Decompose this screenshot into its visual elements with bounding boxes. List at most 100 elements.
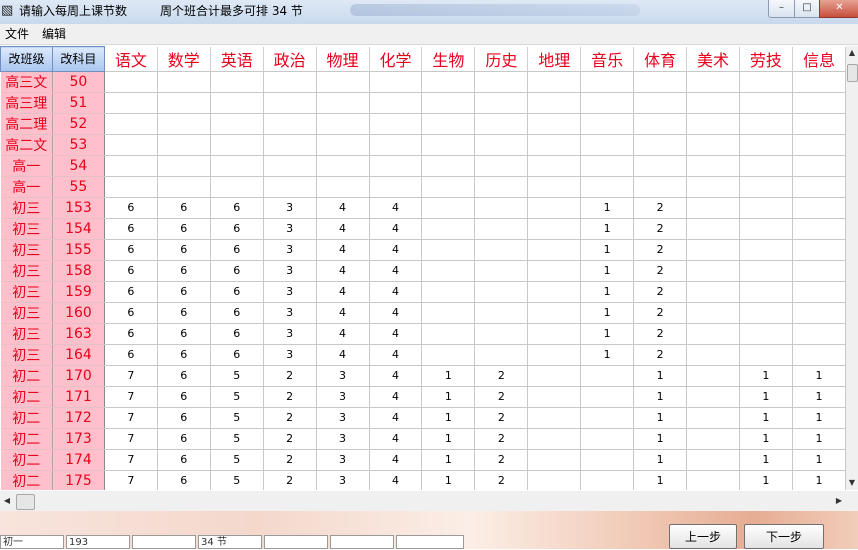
hours-cell[interactable]: 1 bbox=[739, 449, 793, 471]
hours-cell[interactable] bbox=[580, 155, 635, 177]
hours-cell[interactable]: 3 bbox=[263, 302, 317, 324]
hours-cell[interactable] bbox=[739, 218, 793, 240]
class-grade-cell[interactable]: 初二 bbox=[0, 386, 53, 408]
hours-cell[interactable] bbox=[686, 260, 740, 282]
hours-cell[interactable]: 4 bbox=[316, 197, 370, 219]
hours-cell[interactable] bbox=[474, 323, 529, 345]
hours-cell[interactable] bbox=[474, 176, 529, 198]
hours-cell[interactable]: 1 bbox=[633, 407, 688, 429]
hours-cell[interactable]: 7 bbox=[104, 470, 158, 490]
hours-cell[interactable] bbox=[421, 71, 476, 93]
subject-header[interactable]: 化学 bbox=[369, 46, 423, 72]
hours-cell[interactable] bbox=[474, 92, 529, 114]
hours-cell[interactable]: 1 bbox=[792, 470, 846, 490]
hours-cell[interactable]: 1 bbox=[421, 386, 476, 408]
hours-cell[interactable] bbox=[369, 71, 423, 93]
hours-cell[interactable]: 2 bbox=[633, 197, 688, 219]
hours-cell[interactable] bbox=[104, 134, 158, 156]
hours-cell[interactable] bbox=[686, 281, 740, 303]
hours-cell[interactable] bbox=[316, 134, 370, 156]
hours-cell[interactable]: 3 bbox=[263, 260, 317, 282]
hours-cell[interactable] bbox=[210, 176, 264, 198]
hours-cell[interactable]: 7 bbox=[104, 386, 158, 408]
hours-cell[interactable] bbox=[686, 386, 740, 408]
hours-cell[interactable] bbox=[580, 92, 635, 114]
hours-cell[interactable]: 3 bbox=[263, 323, 317, 345]
hours-cell[interactable]: 2 bbox=[263, 449, 317, 471]
hours-cell[interactable] bbox=[686, 428, 740, 450]
class-grade-cell[interactable]: 初三 bbox=[0, 344, 53, 366]
hours-cell[interactable]: 6 bbox=[157, 407, 211, 429]
hours-cell[interactable] bbox=[474, 344, 529, 366]
hours-cell[interactable] bbox=[633, 155, 688, 177]
hours-cell[interactable] bbox=[369, 134, 423, 156]
hours-cell[interactable] bbox=[580, 470, 635, 490]
class-number-cell[interactable]: 175 bbox=[52, 470, 105, 490]
hours-cell[interactable]: 3 bbox=[316, 470, 370, 490]
hours-cell[interactable] bbox=[316, 92, 370, 114]
hours-cell[interactable]: 6 bbox=[104, 344, 158, 366]
hours-cell[interactable] bbox=[580, 134, 635, 156]
hours-cell[interactable]: 1 bbox=[739, 365, 793, 387]
hours-cell[interactable] bbox=[686, 365, 740, 387]
hours-cell[interactable]: 1 bbox=[792, 428, 846, 450]
hours-cell[interactable] bbox=[739, 134, 793, 156]
subject-header[interactable]: 美术 bbox=[686, 46, 740, 72]
hours-cell[interactable] bbox=[263, 176, 317, 198]
hours-cell[interactable]: 6 bbox=[210, 302, 264, 324]
hours-cell[interactable] bbox=[421, 155, 476, 177]
hours-cell[interactable]: 3 bbox=[316, 449, 370, 471]
hours-cell[interactable]: 3 bbox=[316, 386, 370, 408]
hours-cell[interactable]: 6 bbox=[157, 218, 211, 240]
hours-cell[interactable] bbox=[263, 134, 317, 156]
hours-cell[interactable]: 1 bbox=[421, 365, 476, 387]
class-grade-cell[interactable]: 初三 bbox=[0, 281, 53, 303]
hours-cell[interactable]: 1 bbox=[421, 407, 476, 429]
hours-cell[interactable] bbox=[157, 92, 211, 114]
class-number-cell[interactable]: 153 bbox=[52, 197, 105, 219]
hours-cell[interactable]: 6 bbox=[104, 323, 158, 345]
hours-cell[interactable] bbox=[474, 113, 529, 135]
hours-cell[interactable] bbox=[686, 92, 740, 114]
hours-cell[interactable] bbox=[792, 323, 846, 345]
hours-cell[interactable] bbox=[421, 344, 476, 366]
hours-cell[interactable] bbox=[210, 155, 264, 177]
scroll-down-icon[interactable]: ▼ bbox=[846, 476, 858, 490]
hours-cell[interactable]: 5 bbox=[210, 386, 264, 408]
hours-cell[interactable]: 3 bbox=[263, 239, 317, 261]
hours-cell[interactable] bbox=[474, 197, 529, 219]
hours-cell[interactable]: 1 bbox=[421, 470, 476, 490]
hours-cell[interactable] bbox=[421, 197, 476, 219]
hours-cell[interactable] bbox=[686, 449, 740, 471]
hours-cell[interactable] bbox=[157, 134, 211, 156]
hours-cell[interactable] bbox=[792, 344, 846, 366]
hours-cell[interactable] bbox=[104, 71, 158, 93]
hours-cell[interactable] bbox=[527, 155, 582, 177]
hours-cell[interactable] bbox=[686, 407, 740, 429]
hours-cell[interactable] bbox=[792, 176, 846, 198]
hours-cell[interactable]: 6 bbox=[210, 218, 264, 240]
subject-header[interactable]: 地理 bbox=[527, 46, 582, 72]
hours-cell[interactable] bbox=[739, 323, 793, 345]
prev-step-button[interactable]: 上一步 bbox=[669, 524, 737, 549]
hours-cell[interactable] bbox=[686, 197, 740, 219]
hours-cell[interactable] bbox=[739, 197, 793, 219]
hours-cell[interactable] bbox=[316, 176, 370, 198]
hours-cell[interactable]: 4 bbox=[316, 239, 370, 261]
hours-cell[interactable]: 5 bbox=[210, 470, 264, 490]
hours-cell[interactable]: 6 bbox=[157, 302, 211, 324]
hours-cell[interactable] bbox=[633, 92, 688, 114]
hours-cell[interactable]: 6 bbox=[104, 197, 158, 219]
scroll-left-icon[interactable]: ◀ bbox=[0, 491, 14, 511]
class-number-cell[interactable]: 159 bbox=[52, 281, 105, 303]
hours-cell[interactable] bbox=[474, 281, 529, 303]
hours-cell[interactable] bbox=[474, 239, 529, 261]
hours-cell[interactable] bbox=[421, 281, 476, 303]
hours-cell[interactable]: 1 bbox=[792, 365, 846, 387]
hours-cell[interactable]: 6 bbox=[157, 428, 211, 450]
hours-cell[interactable] bbox=[263, 92, 317, 114]
minimize-button[interactable]: – bbox=[768, 0, 795, 18]
class-number-cell[interactable]: 172 bbox=[52, 407, 105, 429]
hours-cell[interactable]: 6 bbox=[157, 470, 211, 490]
hours-cell[interactable]: 1 bbox=[792, 449, 846, 471]
